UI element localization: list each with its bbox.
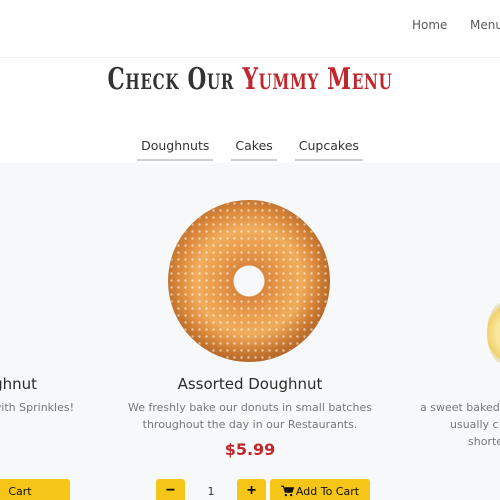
nav-home-link[interactable]: Home — [412, 18, 447, 32]
tab-doughnuts[interactable]: Doughnuts — [137, 136, 214, 161]
site-header: Home Menu — [0, 0, 500, 58]
nav-menu-link[interactable]: Menu — [470, 18, 500, 32]
section-title-accent: Yummy Menu — [242, 62, 393, 97]
item-description: with Sprinkles! — [0, 401, 74, 414]
item-name: ghnut — [0, 375, 37, 393]
section-title-dark: Check Our — [107, 62, 235, 97]
tab-cakes[interactable]: Cakes — [231, 136, 277, 161]
item-description: We freshly bake our donuts in small batc… — [128, 401, 372, 431]
decrease-quantity-button[interactable]: − — [156, 479, 185, 500]
add-to-cart-button[interactable]: Add To Cart — [270, 479, 370, 500]
add-to-cart-label: Add To Cart — [295, 484, 360, 498]
increase-quantity-button[interactable]: + — [237, 479, 266, 500]
quantity-stepper: − 1 + Add To Cart — [156, 479, 370, 500]
cart-icon — [280, 485, 294, 497]
doughnut-image — [168, 200, 330, 362]
add-to-cart-label: Cart — [8, 484, 32, 498]
item-description: a sweet baked usually c shorte — [405, 399, 500, 450]
menu-carousel: ghnut with Sprinkles! Cart Assorted Doug… — [0, 163, 500, 500]
menu-card-assorted-doughnut: Assorted Doughnut We freshly bake our do… — [115, 163, 385, 500]
add-to-cart-button[interactable]: Cart — [0, 479, 70, 500]
item-description-line: a sweet baked — [420, 401, 500, 414]
item-price: $5.99 — [224, 440, 276, 459]
tab-cupcakes[interactable]: Cupcakes — [294, 136, 363, 161]
menu-card-previous: ghnut with Sprinkles! Cart — [0, 163, 74, 500]
quantity-value: 1 — [207, 484, 215, 498]
menu-card-next: a sweet baked usually c shorte — [405, 163, 500, 500]
item-description-line: usually c — [450, 418, 499, 431]
item-description-line: shorte — [468, 435, 500, 448]
menu-category-tabs: Doughnuts Cakes Cupcakes — [0, 136, 500, 161]
section-title: Check Our Yummy Menu — [70, 62, 430, 97]
item-name: Assorted Doughnut — [177, 375, 323, 393]
cake-image — [487, 303, 500, 363]
